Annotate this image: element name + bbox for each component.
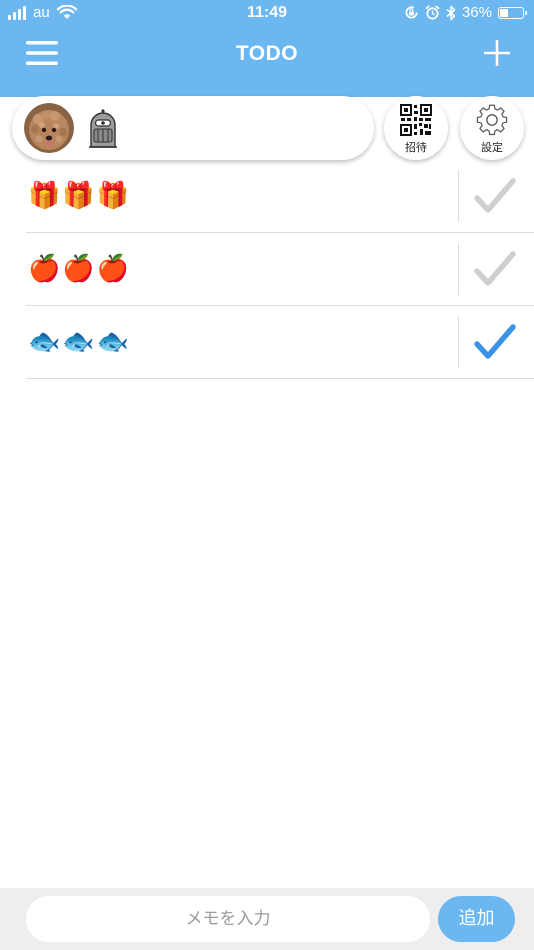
battery-level bbox=[500, 8, 508, 17]
checkmark-icon[interactable] bbox=[474, 176, 516, 216]
battery-icon bbox=[498, 6, 527, 19]
dog-avatar[interactable] bbox=[24, 103, 74, 153]
page-title: TODO bbox=[235, 42, 299, 65]
checkmark-icon[interactable] bbox=[474, 322, 516, 362]
status-bar: au 11:49 36% bbox=[0, 0, 534, 28]
app-header: au 11:49 36% TODO bbox=[0, 0, 534, 97]
gear-icon bbox=[476, 104, 508, 136]
todo-item[interactable]: 🎁🎁🎁 bbox=[26, 160, 534, 233]
add-button[interactable]: 追加 bbox=[438, 896, 515, 942]
checkmark-icon[interactable] bbox=[474, 249, 516, 289]
status-right: 36% bbox=[404, 4, 527, 21]
rotation-lock-icon bbox=[405, 5, 418, 19]
settings-button[interactable]: 設定 bbox=[460, 96, 524, 160]
battery-percent: 36% bbox=[461, 4, 492, 21]
todo-divider bbox=[458, 316, 459, 368]
plus-icon[interactable] bbox=[484, 40, 510, 66]
invite-label: 招待 bbox=[405, 142, 427, 154]
memo-input-bar: 追加 bbox=[0, 888, 534, 950]
alarm-icon bbox=[425, 5, 440, 20]
todo-divider bbox=[458, 243, 459, 295]
invite-button[interactable]: 招待 bbox=[384, 96, 448, 160]
robot-avatar[interactable] bbox=[87, 109, 119, 151]
settings-label: 設定 bbox=[481, 142, 503, 154]
todo-text: 🎁🎁🎁 bbox=[28, 181, 132, 211]
todo-item[interactable]: 🐟🐟🐟 bbox=[26, 306, 534, 379]
todo-divider bbox=[458, 170, 459, 222]
todo-text: 🐟🐟🐟 bbox=[28, 327, 132, 357]
member-bar bbox=[12, 96, 374, 160]
todo-list: 🎁🎁🎁 🍎🍎🍎 🐟🐟🐟 bbox=[26, 160, 534, 379]
qr-code-icon bbox=[400, 104, 432, 136]
todo-text: 🍎🍎🍎 bbox=[28, 254, 132, 284]
bluetooth-icon bbox=[446, 5, 456, 20]
memo-input[interactable] bbox=[26, 896, 430, 942]
todo-item[interactable]: 🍎🍎🍎 bbox=[26, 233, 534, 306]
